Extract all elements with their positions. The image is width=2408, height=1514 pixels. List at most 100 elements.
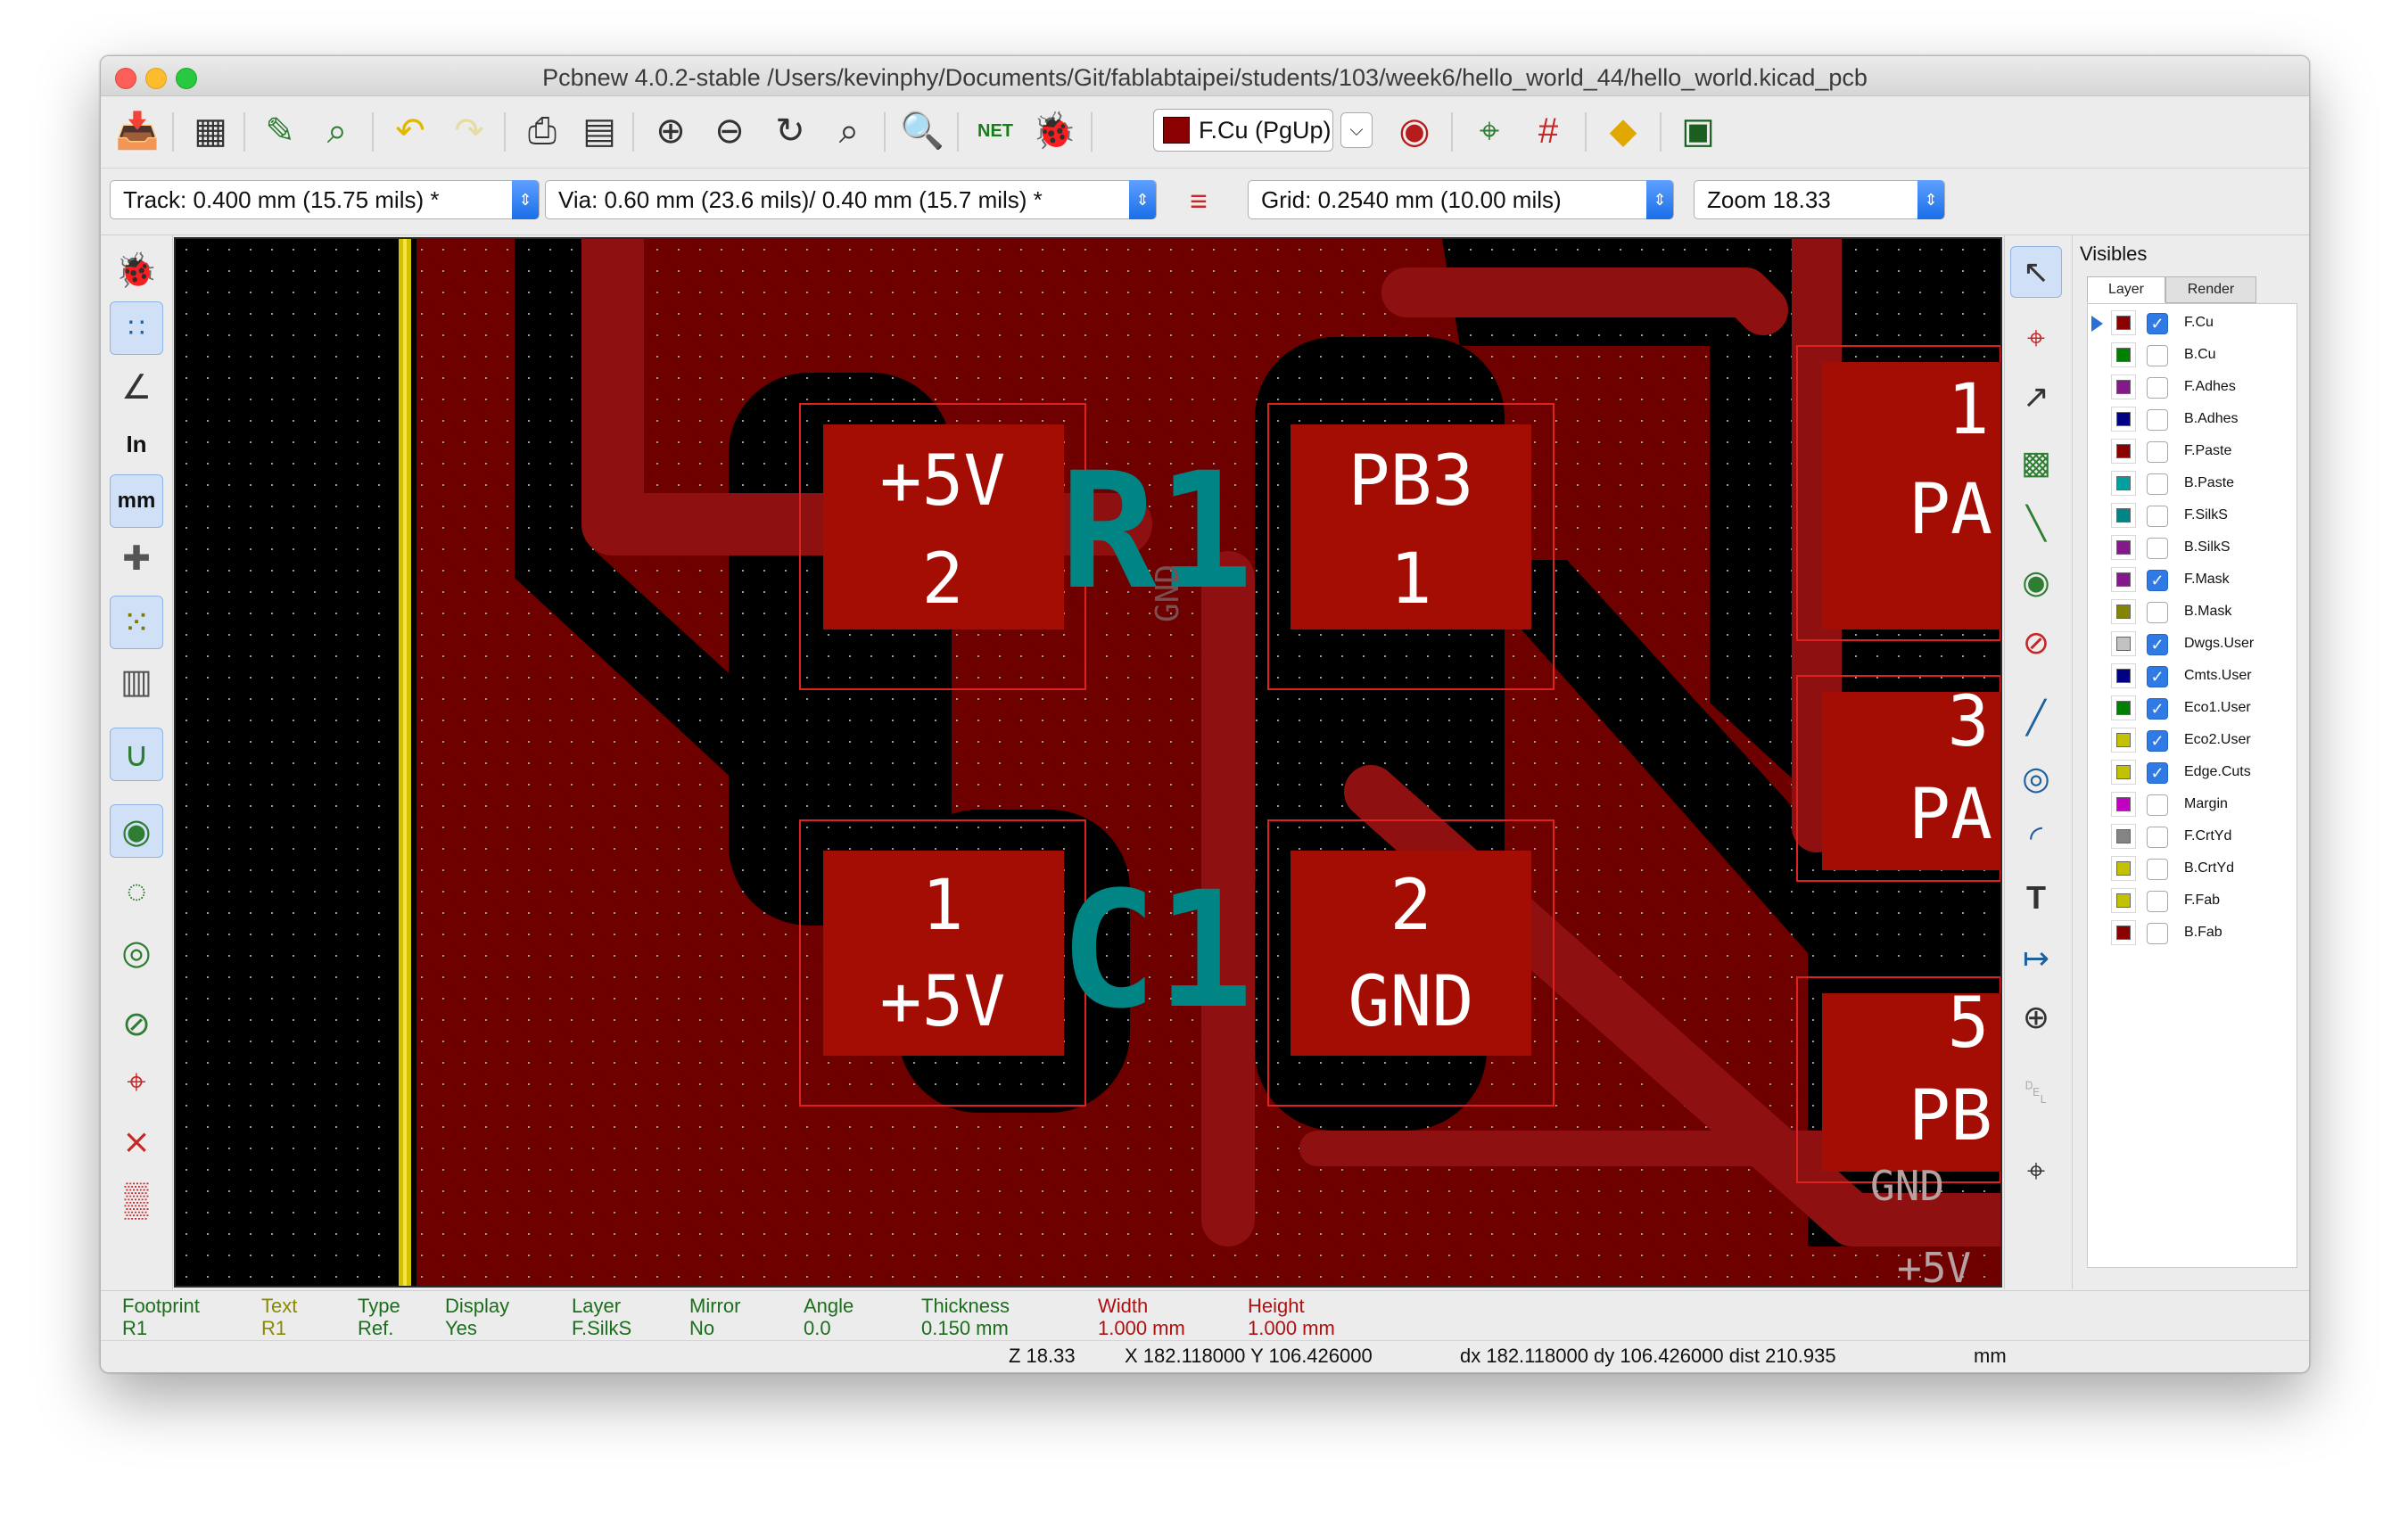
drc-off-icon[interactable]: 🐞 (110, 244, 163, 298)
layer-color-swatch[interactable] (2116, 316, 2131, 330)
add-line-icon[interactable]: ╱ (2010, 692, 2062, 744)
layer-row[interactable]: B.CrtYd (2088, 853, 2297, 885)
layer-color-swatch[interactable] (2116, 508, 2131, 522)
layer-color-swatch[interactable] (2116, 380, 2131, 394)
scripting-console-icon[interactable]: ▣ (1672, 105, 1724, 157)
grid-toggle-icon[interactable]: ∷ (110, 301, 163, 355)
layer-color-swatch[interactable] (2116, 733, 2131, 747)
layer-row[interactable]: B.Cu (2088, 340, 2297, 372)
add-text-icon[interactable]: T (2010, 872, 2062, 924)
via-size-select[interactable]: Via: 0.60 mm (23.6 mils)/ 0.40 mm (15.7 … (545, 180, 1157, 219)
layer-visibility-checkbox[interactable] (2147, 859, 2168, 880)
zoom-fit-icon[interactable]: ⌕ (823, 105, 875, 157)
zoom-select[interactable]: Zoom 18.33 ⇕ (1694, 180, 1945, 219)
layer-row[interactable]: F.CrtYd (2088, 821, 2297, 853)
zoom-out-icon[interactable]: ⊖ (704, 105, 755, 157)
pads-sketch-icon[interactable]: ⊘ (110, 997, 163, 1050)
layer-row[interactable]: F.Paste (2088, 436, 2297, 468)
layer-color-swatch[interactable] (2116, 476, 2131, 490)
layer-color-swatch[interactable] (2116, 893, 2131, 908)
layer-visibility-checkbox[interactable] (2147, 473, 2168, 495)
add-zone-icon[interactable]: ◉ (2010, 556, 2062, 608)
add-footprint-icon[interactable]: ▩ (2010, 437, 2062, 489)
layer-visibility-checkbox[interactable] (2147, 923, 2168, 944)
layer-visibility-checkbox[interactable] (2147, 409, 2168, 431)
set-origin-icon[interactable]: ⌖ (2010, 1145, 2062, 1197)
add-dimension-icon[interactable]: ↦ (2010, 933, 2062, 984)
layer-dropdown-chevron-icon[interactable]: ⌵ (1340, 112, 1373, 148)
local-ratsnest-icon[interactable]: ↗ (2010, 371, 2062, 423)
page-settings-icon[interactable]: ▦ (185, 105, 236, 157)
polar-coords-icon[interactable]: ∠ (110, 360, 163, 414)
track-width-select[interactable]: Track: 0.400 mm (15.75 mils) * ⇕ (110, 180, 540, 219)
layer-color-swatch[interactable] (2116, 444, 2131, 458)
layer-row[interactable]: ✓ F.Cu (2088, 308, 2297, 340)
units-inch-button[interactable]: In (110, 417, 163, 471)
layer-color-swatch[interactable] (2116, 605, 2131, 619)
layer-visibility-checkbox[interactable] (2147, 827, 2168, 848)
layer-color-swatch[interactable] (2116, 572, 2131, 587)
layer-row[interactable]: F.Adhes (2088, 372, 2297, 404)
footprint-editor-icon[interactable]: ✎ (254, 105, 306, 157)
zoom-in-icon[interactable]: ⊕ (645, 105, 697, 157)
layer-row[interactable]: Margin (2088, 789, 2297, 821)
netlist-icon[interactable]: NET (969, 105, 1021, 157)
select-arrow-icon[interactable]: ↖ (2010, 246, 2062, 298)
plot-icon[interactable]: ▤ (573, 105, 625, 157)
layer-row[interactable]: B.Mask (2088, 597, 2297, 629)
active-layer-select[interactable]: F.Cu (PgUp) (1153, 109, 1333, 152)
layer-visibility-checkbox[interactable] (2147, 891, 2168, 912)
footprint-viewer-icon[interactable]: ⌕ (311, 105, 363, 157)
units-mm-button[interactable]: mm (110, 474, 163, 528)
freeroute-icon[interactable]: ◆ (1597, 105, 1649, 157)
layer-visibility-checkbox[interactable] (2147, 538, 2168, 559)
module-ratsnest-icon[interactable]: ▥ (110, 654, 163, 708)
open-board-icon[interactable]: 📥 (111, 105, 163, 157)
layer-color-swatch[interactable] (2116, 669, 2131, 683)
layer-row[interactable]: ✓ Edge.Cuts (2088, 757, 2297, 789)
layer-visibility-checkbox[interactable] (2147, 794, 2168, 816)
layer-visibility-checkbox[interactable]: ✓ (2147, 570, 2168, 591)
layer-row[interactable]: ✓ Cmts.User (2088, 661, 2297, 693)
layer-color-swatch[interactable] (2116, 412, 2131, 426)
layer-color-swatch[interactable] (2116, 637, 2131, 651)
layer-color-swatch[interactable] (2116, 926, 2131, 940)
layer-visibility-checkbox[interactable]: ✓ (2147, 730, 2168, 752)
show-zones-icon[interactable]: ◉ (110, 804, 163, 858)
tab-layer[interactable]: Layer (2087, 276, 2165, 303)
tracks-sketch-icon[interactable]: ⨯ (110, 1115, 163, 1168)
layer-visibility-checkbox[interactable]: ✓ (2147, 634, 2168, 655)
show-zones-disable-icon[interactable]: ◌ (110, 865, 163, 918)
pcb-canvas[interactable]: +5V 2 PB3 1 1 +5V 2 GND 1 PA 3 PA 5 PB R… (174, 237, 2002, 1288)
find-icon[interactable]: 🔍 (896, 105, 948, 157)
show-zones-outline-icon[interactable]: ◎ (110, 926, 163, 979)
layer-visibility-checkbox[interactable] (2147, 506, 2168, 527)
layer-visibility-checkbox[interactable]: ✓ (2147, 698, 2168, 720)
layer-row[interactable]: B.SilkS (2088, 532, 2297, 564)
layer-color-swatch[interactable] (2116, 540, 2131, 555)
add-keepout-icon[interactable]: ⊘ (2010, 617, 2062, 669)
layer-visibility-checkbox[interactable] (2147, 345, 2168, 366)
layer-color-swatch[interactable] (2116, 701, 2131, 715)
layer-color-swatch[interactable] (2116, 765, 2131, 779)
undo-icon[interactable]: ↶ (384, 105, 436, 157)
layer-visibility-checkbox[interactable] (2147, 602, 2168, 623)
auto-place-icon[interactable]: ⌖ (1464, 105, 1515, 157)
drc-icon[interactable]: 🐞 (1028, 105, 1080, 157)
layer-color-swatch[interactable] (2116, 797, 2131, 811)
layer-row[interactable]: F.SilkS (2088, 500, 2297, 532)
auto-delete-track-icon[interactable]: ∪ (110, 728, 163, 781)
cursor-shape-icon[interactable]: ✚ (110, 531, 163, 585)
grid-select[interactable]: Grid: 0.2540 mm (10.00 mils) ⇕ (1248, 180, 1674, 219)
auto-route-icon[interactable]: # (1522, 105, 1574, 157)
add-target-icon[interactable]: ⊕ (2010, 992, 2062, 1043)
reference-c1[interactable]: C1 (1060, 858, 1254, 1044)
highlight-net-icon[interactable]: ⌖ (2010, 312, 2062, 364)
vias-sketch-icon[interactable]: ⌖ (110, 1056, 163, 1109)
tab-render[interactable]: Render (2165, 276, 2256, 303)
layer-row[interactable]: F.Fab (2088, 885, 2297, 917)
print-icon[interactable]: ⎙ (516, 105, 568, 157)
layer-visibility-checkbox[interactable]: ✓ (2147, 313, 2168, 334)
layer-row[interactable]: ✓ Dwgs.User (2088, 629, 2297, 661)
high-contrast-icon[interactable]: ▒ (110, 1173, 163, 1227)
